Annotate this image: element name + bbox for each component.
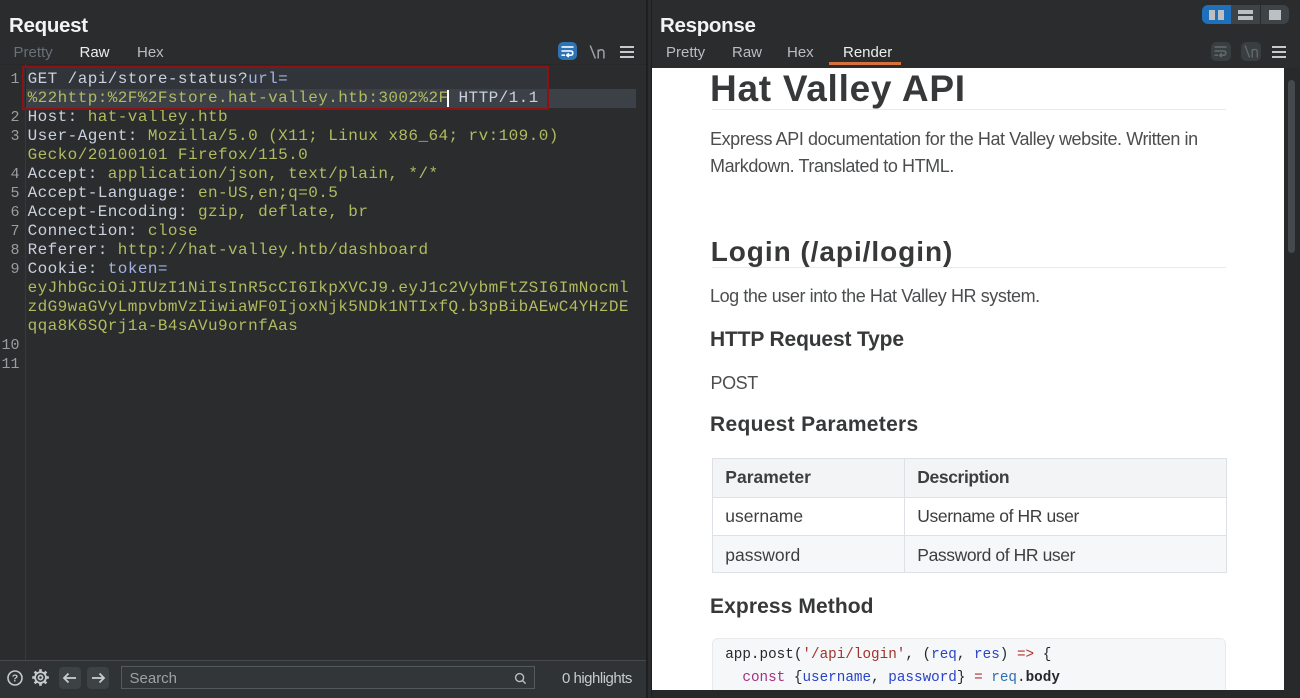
svg-text:?: ?	[12, 673, 18, 685]
